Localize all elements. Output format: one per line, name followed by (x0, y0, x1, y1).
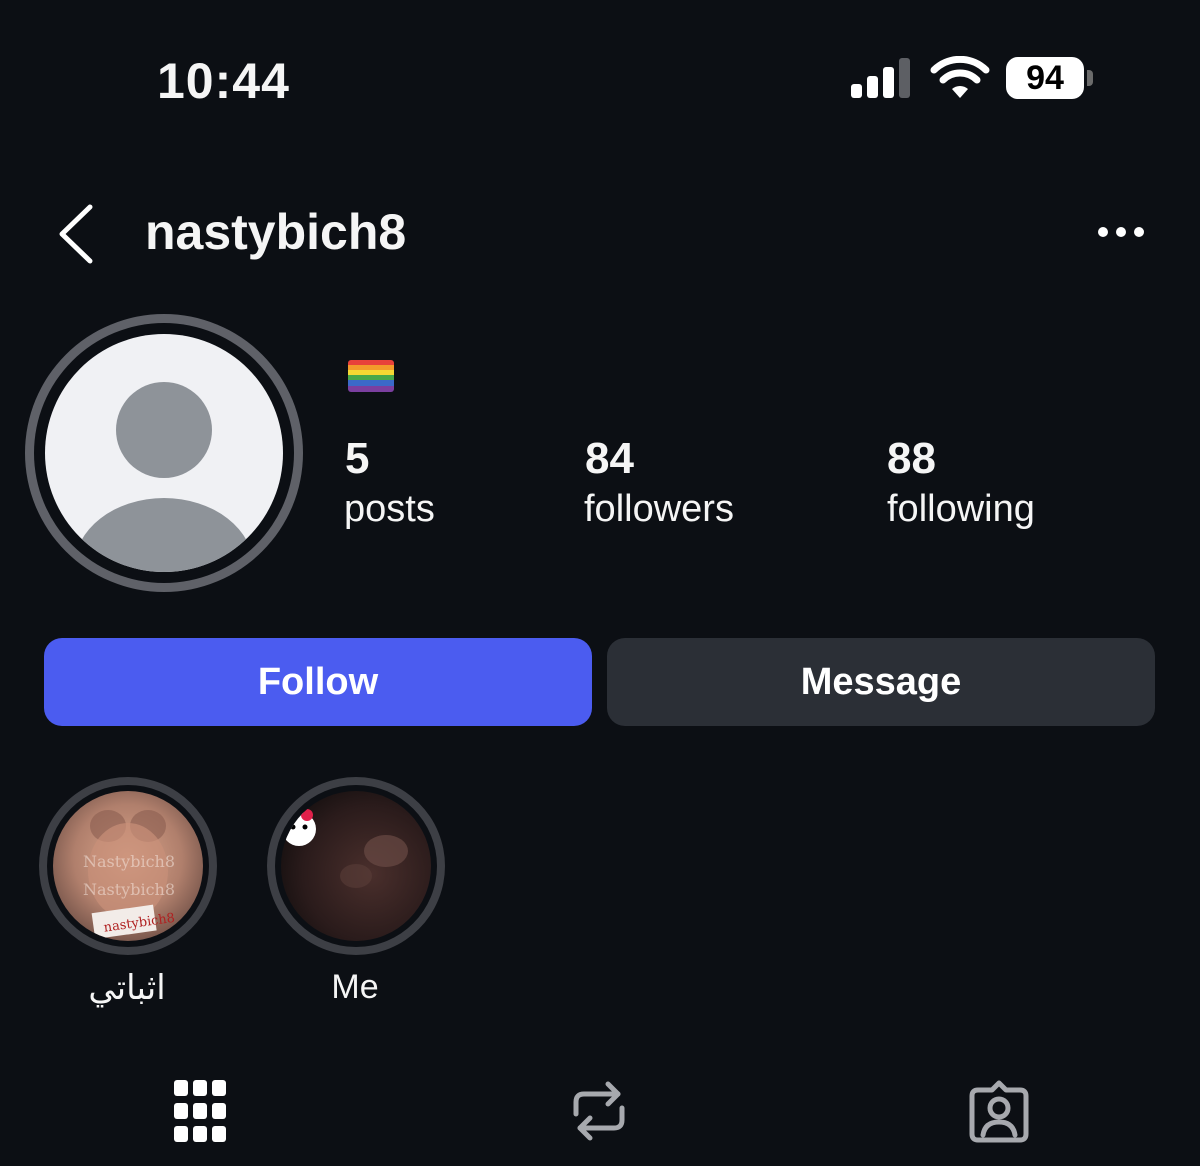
highlight-ring (267, 777, 445, 955)
wifi-icon (930, 56, 990, 98)
highlight-ring: nastybich8 Nastybich8 Nastybich8 (39, 777, 217, 955)
tagged-icon[interactable] (968, 1080, 1030, 1144)
highlight-cover-image: nastybich8 Nastybich8 Nastybich8 (53, 791, 203, 941)
profile-screen: 10:44 94 nastybich8 5 posts 84 followers… (0, 0, 1200, 1166)
highlight-label: Me (331, 968, 379, 1006)
avatar-head-shape (116, 382, 212, 478)
avatar[interactable] (25, 314, 303, 592)
chevron-left-icon[interactable] (56, 203, 96, 265)
following-label: following (887, 488, 1035, 530)
battery-cap (1087, 70, 1093, 86)
default-avatar-icon (45, 334, 283, 572)
svg-text:Nastybich8: Nastybich8 (83, 880, 175, 899)
reposts-icon[interactable] (572, 1080, 626, 1142)
cellular-signal-icon (851, 58, 910, 98)
posts-label: posts (344, 488, 435, 530)
follow-button[interactable]: Follow (44, 638, 592, 726)
message-button[interactable]: Message (607, 638, 1155, 726)
svg-text:Nastybich8: Nastybich8 (83, 852, 175, 871)
battery-icon: 94 (1006, 57, 1084, 99)
avatar-body-shape (74, 498, 254, 572)
followers-label: followers (584, 488, 734, 530)
grid-icon[interactable] (174, 1080, 226, 1142)
highlight-cover-image (281, 791, 431, 941)
profile-username: nastybich8 (145, 204, 407, 260)
rainbow-flag-icon (348, 360, 394, 392)
posts-count: 5 (345, 434, 370, 483)
following-count: 88 (887, 434, 936, 483)
more-horizontal-icon[interactable] (1097, 224, 1145, 240)
followers-count: 84 (585, 434, 634, 483)
status-time: 10:44 (157, 53, 290, 109)
highlight-label: اثباتي (88, 969, 166, 1007)
